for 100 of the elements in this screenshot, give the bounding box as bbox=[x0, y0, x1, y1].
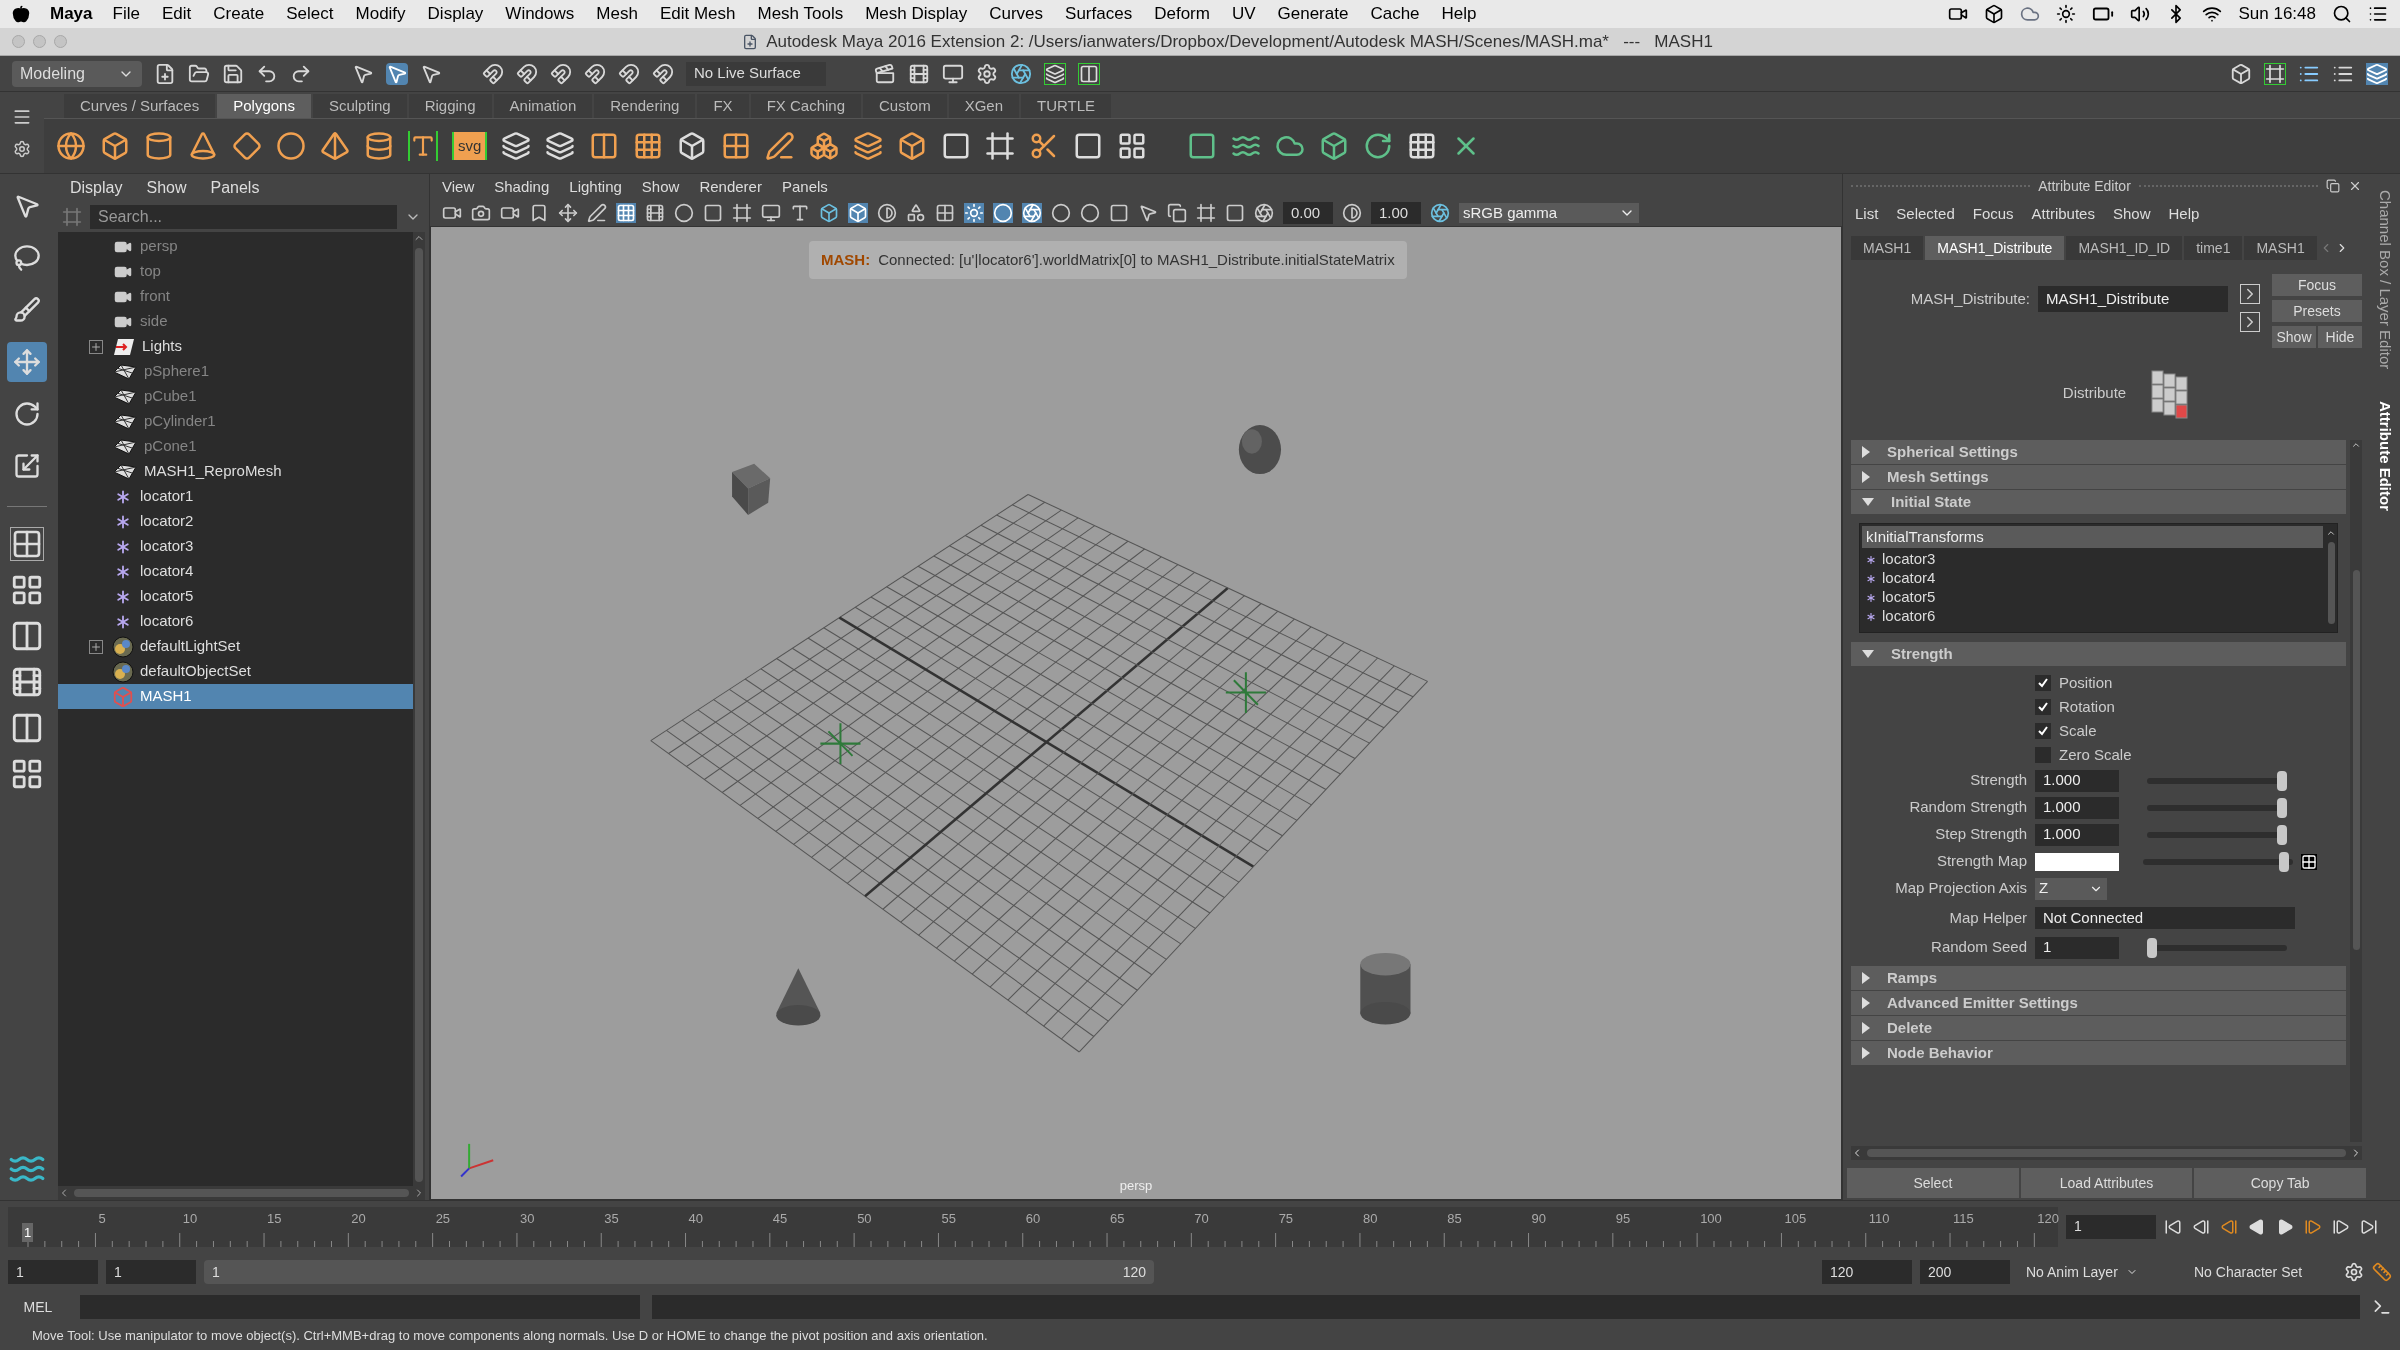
frame-icon[interactable] bbox=[985, 131, 1016, 161]
outliner-item[interactable]: pCube1 bbox=[58, 384, 413, 409]
anim-layer-dropdown[interactable]: No Anim Layer bbox=[2018, 1260, 2178, 1284]
layout-icon[interactable] bbox=[10, 665, 44, 699]
wifi-icon[interactable] bbox=[2202, 4, 2223, 24]
layers-icon[interactable] bbox=[2366, 62, 2388, 85]
menu-item[interactable]: Mesh bbox=[596, 1, 638, 27]
list-item[interactable]: locator5 bbox=[1860, 588, 2325, 607]
magnet-icon[interactable] bbox=[652, 62, 674, 85]
focus-button[interactable]: Focus bbox=[2272, 274, 2362, 296]
menu-item[interactable]: Deform bbox=[1154, 1, 1210, 27]
shelf-tab[interactable]: Curves / Surfaces bbox=[64, 94, 216, 118]
shelf-tab[interactable]: Rendering bbox=[594, 94, 696, 118]
menu-clock[interactable]: Sun 16:48 bbox=[2238, 1, 2316, 27]
outliner-item[interactable]: locator5 bbox=[58, 584, 413, 609]
gamma-field[interactable]: 1.00 bbox=[1371, 201, 1421, 225]
bookmark-icon[interactable] bbox=[529, 203, 549, 223]
slider-track[interactable] bbox=[2147, 797, 2287, 818]
panel-menu[interactable]: Help bbox=[2168, 202, 2200, 226]
editor-button[interactable]: Select bbox=[1847, 1168, 2019, 1198]
number-field[interactable]: 1.000 bbox=[2035, 823, 2119, 846]
scroll-up-icon[interactable] bbox=[2326, 528, 2336, 538]
panel-menu[interactable]: Panels bbox=[210, 176, 260, 200]
step-forward-icon[interactable] bbox=[2332, 1217, 2350, 1236]
play-icon[interactable] bbox=[2276, 1217, 2294, 1236]
expand-arrow-icon[interactable] bbox=[1861, 1021, 1871, 1035]
settings-icon[interactable] bbox=[13, 140, 31, 159]
square-icon[interactable] bbox=[1225, 203, 1245, 223]
section-header[interactable]: Node Behavior bbox=[1851, 1041, 2346, 1065]
checkbox[interactable] bbox=[2035, 675, 2051, 691]
menu-item[interactable]: Windows bbox=[505, 1, 575, 27]
go-to-start-icon[interactable] bbox=[2164, 1217, 2182, 1236]
magnet-icon[interactable] bbox=[618, 62, 640, 85]
section-header[interactable]: Delete bbox=[1851, 1016, 2346, 1040]
current-frame-marker[interactable]: 1 bbox=[22, 1222, 34, 1242]
hide-button[interactable]: Hide bbox=[2318, 326, 2362, 348]
close-icon[interactable] bbox=[2348, 179, 2362, 193]
output-connection-icon[interactable] bbox=[2240, 312, 2260, 332]
outliner-item[interactable]: top bbox=[58, 259, 413, 284]
app-menu[interactable]: Maya bbox=[50, 1, 93, 27]
color-space-dropdown[interactable]: sRGB gamma bbox=[1459, 203, 1639, 223]
scrollbar[interactable] bbox=[413, 232, 425, 1186]
node-tab[interactable]: MASH1 bbox=[1851, 236, 1924, 260]
current-frame-field[interactable]: 1 bbox=[2066, 1214, 2156, 1239]
shelf-tab[interactable]: Rigging bbox=[408, 94, 492, 118]
cylinder-icon[interactable] bbox=[144, 131, 174, 161]
monitor-icon[interactable] bbox=[942, 62, 964, 85]
outliner-item[interactable]: locator4 bbox=[58, 559, 413, 584]
text-field[interactable]: Not Connected bbox=[2035, 907, 2295, 929]
outliner-item[interactable]: side bbox=[58, 309, 413, 334]
search-icon[interactable] bbox=[2332, 4, 2352, 24]
gamma-icon[interactable] bbox=[1342, 203, 1362, 223]
horizontal-scrollbar[interactable] bbox=[1851, 1146, 2362, 1160]
grid-icon[interactable] bbox=[633, 131, 664, 161]
square-icon[interactable] bbox=[1109, 203, 1129, 223]
circle-icon[interactable] bbox=[674, 203, 694, 223]
step-back-icon[interactable] bbox=[2192, 1217, 2210, 1236]
presets-button[interactable]: Presets bbox=[2272, 300, 2362, 322]
pointer-icon[interactable] bbox=[386, 62, 408, 85]
pen-icon[interactable] bbox=[765, 131, 796, 161]
frame-icon[interactable] bbox=[2264, 62, 2286, 85]
slider-track[interactable] bbox=[2147, 824, 2287, 845]
shapes-icon[interactable] bbox=[906, 203, 926, 223]
layout-icon[interactable] bbox=[10, 757, 44, 791]
list-item[interactable]: locator6 bbox=[1860, 607, 2325, 626]
panel-menu[interactable]: Renderer bbox=[699, 175, 762, 199]
layout-icon[interactable] bbox=[10, 711, 44, 745]
grid-icon[interactable] bbox=[1407, 131, 1438, 161]
cube-icon[interactable] bbox=[677, 131, 708, 161]
playback-start-field[interactable]: 1 bbox=[106, 1260, 196, 1284]
checkbox-row[interactable]: Rotation bbox=[2035, 695, 2115, 719]
scroll-up-icon[interactable] bbox=[2351, 440, 2361, 450]
ruler-icon[interactable] bbox=[2372, 1262, 2392, 1282]
columns-icon[interactable] bbox=[1078, 62, 1100, 85]
panel-menu[interactable]: Selected bbox=[1896, 202, 1955, 226]
playback-end-field[interactable]: 120 bbox=[1822, 1260, 1912, 1284]
sphere-icon[interactable] bbox=[56, 131, 86, 161]
slider-thumb[interactable] bbox=[2277, 770, 2287, 791]
layout-icon[interactable] bbox=[10, 619, 44, 653]
list-item[interactable]: locator3 bbox=[1860, 550, 2325, 569]
slider-track[interactable] bbox=[2143, 851, 2293, 872]
pyramid-icon[interactable] bbox=[320, 131, 350, 161]
menu-item[interactable]: Surfaces bbox=[1065, 1, 1133, 27]
outliner-item[interactable]: front bbox=[58, 284, 413, 309]
section-header[interactable]: Spherical Settings bbox=[1851, 440, 2346, 464]
expand-icon[interactable] bbox=[89, 339, 103, 354]
section-header[interactable]: Initial State bbox=[1851, 490, 2346, 514]
camera-icon[interactable] bbox=[471, 203, 491, 223]
grid-icon[interactable] bbox=[1117, 131, 1148, 161]
number-field[interactable]: 1.000 bbox=[2035, 796, 2119, 819]
node-tab[interactable]: MASH1 bbox=[2244, 236, 2317, 260]
outliner-item[interactable]: pCylinder1 bbox=[58, 409, 413, 434]
collapse-arrow-icon[interactable] bbox=[1861, 497, 1875, 507]
end-frame-field[interactable]: 200 bbox=[1920, 1260, 2010, 1284]
slider-thumb[interactable] bbox=[2278, 851, 2289, 872]
panel-menu[interactable]: List bbox=[1855, 202, 1879, 226]
menu-item[interactable]: Cache bbox=[1370, 1, 1420, 27]
side-tab[interactable]: Attribute Editor bbox=[2373, 401, 2397, 512]
svg-shelf-button[interactable]: svg bbox=[452, 132, 488, 160]
menu-item[interactable]: Modify bbox=[355, 1, 406, 27]
